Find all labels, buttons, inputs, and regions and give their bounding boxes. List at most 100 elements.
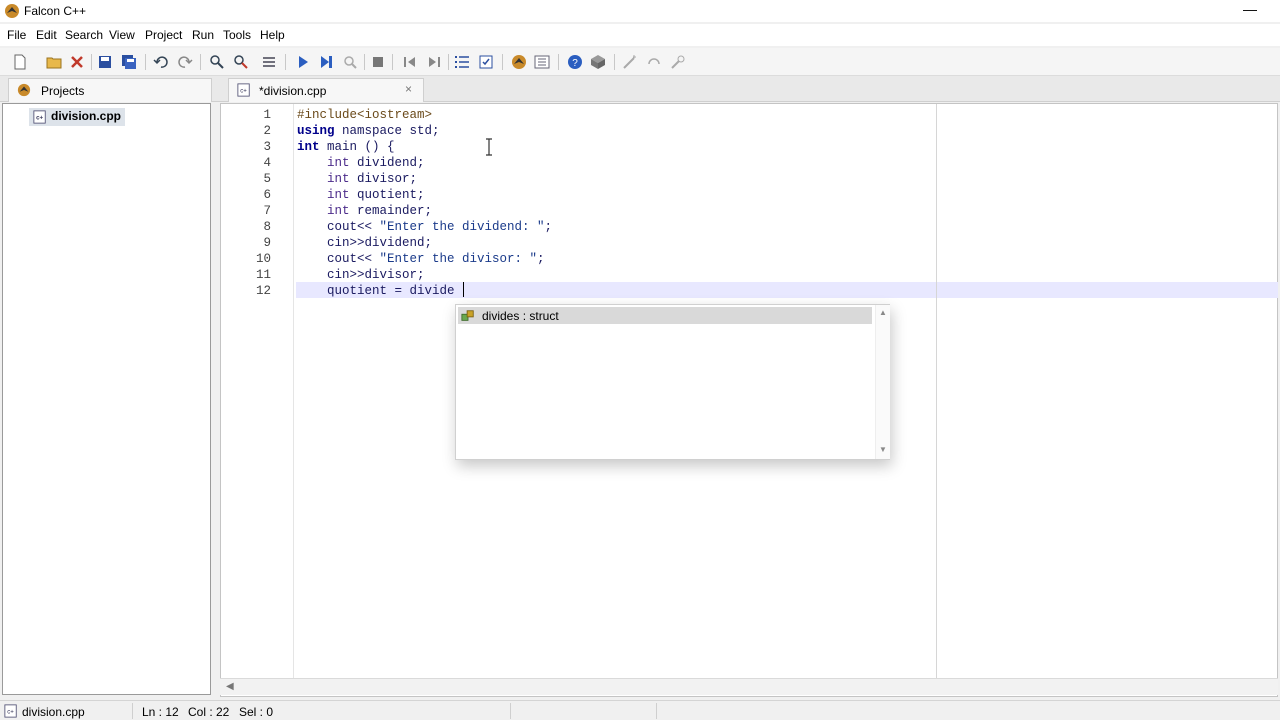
- redo-icon[interactable]: [177, 54, 193, 70]
- code-line[interactable]: using namspace std;: [297, 123, 440, 139]
- goto-line-icon[interactable]: [261, 54, 277, 70]
- tab-projects[interactable]: Projects: [8, 78, 212, 102]
- line-number: 4: [263, 156, 271, 170]
- code-token: using: [297, 124, 335, 138]
- menu-project[interactable]: Project: [145, 28, 182, 42]
- new-file-icon[interactable]: [12, 54, 28, 70]
- toolbar-separator: [364, 54, 365, 70]
- open-folder-icon[interactable]: [46, 54, 62, 70]
- undo-icon[interactable]: [153, 54, 169, 70]
- wand-icon[interactable]: [622, 54, 638, 70]
- menu-run[interactable]: Run: [192, 28, 214, 42]
- save-all-icon[interactable]: [121, 54, 137, 70]
- svg-text:?: ?: [572, 58, 578, 69]
- code-line[interactable]: int dividend;: [297, 155, 425, 171]
- code-token: namspace std;: [334, 124, 440, 138]
- code-token: main () {: [319, 140, 395, 154]
- hint-icon[interactable]: [670, 54, 686, 70]
- line-number: 2: [263, 124, 271, 138]
- menu-help[interactable]: Help: [260, 28, 285, 42]
- line-number: 3: [263, 140, 271, 154]
- toolbar-separator: [558, 54, 559, 70]
- menu-view[interactable]: View: [109, 28, 135, 42]
- help-icon[interactable]: ?: [567, 54, 583, 70]
- menu-edit[interactable]: Edit: [36, 28, 57, 42]
- line-number: 12: [255, 284, 271, 298]
- scroll-up-icon[interactable]: ▲: [879, 308, 887, 317]
- title-bar: Falcon C++ —: [0, 0, 1280, 22]
- tool-icon[interactable]: [646, 54, 662, 70]
- tree-item-label: division.cpp: [51, 109, 122, 123]
- line-number: 9: [263, 236, 271, 250]
- struct-icon: [461, 310, 474, 321]
- minimize-button[interactable]: —: [1240, 2, 1260, 18]
- code-line[interactable]: int quotient;: [297, 187, 425, 203]
- line-number: 1: [263, 108, 271, 122]
- code-token: ;: [537, 252, 545, 266]
- properties-icon[interactable]: [534, 54, 550, 70]
- replace-icon[interactable]: [233, 54, 249, 70]
- horizontal-scrollbar[interactable]: ◀: [220, 678, 1278, 695]
- toolbar-separator: [448, 54, 449, 70]
- autocomplete-scrollbar[interactable]: ▲ ▼: [875, 305, 890, 459]
- code-token: quotient = divide: [297, 284, 455, 298]
- code-line[interactable]: int main () {: [297, 139, 395, 155]
- cpp-file-icon: c+: [4, 704, 17, 718]
- code-line[interactable]: quotient = divide: [297, 283, 455, 299]
- code-line[interactable]: #include<iostream>: [297, 107, 432, 123]
- code-token: quotient;: [349, 188, 425, 202]
- code-line[interactable]: int divisor;: [297, 171, 417, 187]
- forward-icon[interactable]: [426, 54, 442, 70]
- code-token: "Enter the divisor: ": [379, 252, 538, 266]
- close-icon[interactable]: [69, 54, 85, 70]
- checklist-icon[interactable]: [478, 54, 494, 70]
- menu-search[interactable]: Search: [65, 28, 103, 42]
- run-icon[interactable]: [295, 54, 311, 70]
- scroll-left-icon[interactable]: ◀: [226, 681, 234, 692]
- toolbar: ?: [0, 48, 1280, 76]
- save-icon[interactable]: [97, 54, 113, 70]
- window-title: Falcon C++: [24, 4, 87, 18]
- edge-column-marker: [936, 104, 937, 678]
- code-line[interactable]: cin>>dividend;: [297, 235, 432, 251]
- code-line[interactable]: cout<< "Enter the dividend: ";: [297, 219, 552, 235]
- list-icon[interactable]: [454, 54, 470, 70]
- package-icon[interactable]: [590, 54, 606, 70]
- project-icon[interactable]: [511, 54, 527, 70]
- tab-strip: Projects c+ *division.cpp ×: [0, 76, 1280, 102]
- status-separator: [132, 703, 133, 719]
- tab-division-cpp[interactable]: c+ *division.cpp ×: [228, 78, 424, 102]
- code-token: int: [327, 172, 350, 186]
- status-selection: Sel : 0: [239, 705, 274, 719]
- text-caret: [463, 282, 464, 297]
- code-token: int: [297, 140, 320, 154]
- menu-tools[interactable]: Tools: [223, 28, 251, 42]
- code-line[interactable]: cin>>divisor;: [297, 267, 425, 283]
- autocomplete-item[interactable]: divides : struct: [458, 307, 872, 324]
- toolbar-separator: [145, 54, 146, 70]
- find-icon[interactable]: [209, 54, 225, 70]
- status-bar: c+ division.cpp Ln : 12 Col : 22 Sel : 0: [0, 700, 1280, 720]
- autocomplete-popup: divides : struct ▲ ▼: [455, 304, 890, 460]
- code-line[interactable]: int remainder;: [297, 203, 432, 219]
- line-number: 5: [263, 172, 271, 186]
- code-token: cin>>dividend;: [297, 236, 433, 250]
- code-line[interactable]: cout<< "Enter the divisor: ";: [297, 251, 545, 267]
- code-token: cout<<: [297, 252, 380, 266]
- step-icon[interactable]: [318, 54, 334, 70]
- status-separator: [510, 703, 511, 719]
- status-line: Ln : 12: [142, 705, 179, 719]
- tree-item-division-cpp[interactable]: c+ division.cpp: [29, 108, 126, 126]
- toolbar-separator: [502, 54, 503, 70]
- tab-close-button[interactable]: ×: [405, 82, 412, 96]
- cpp-file-icon: c+: [33, 110, 46, 124]
- code-token: #include<iostream>: [297, 108, 433, 122]
- stop-icon[interactable]: [370, 54, 386, 70]
- debug-icon[interactable]: [342, 54, 358, 70]
- scroll-down-icon[interactable]: ▼: [879, 445, 887, 454]
- back-icon[interactable]: [402, 54, 418, 70]
- menu-file[interactable]: File: [7, 28, 26, 42]
